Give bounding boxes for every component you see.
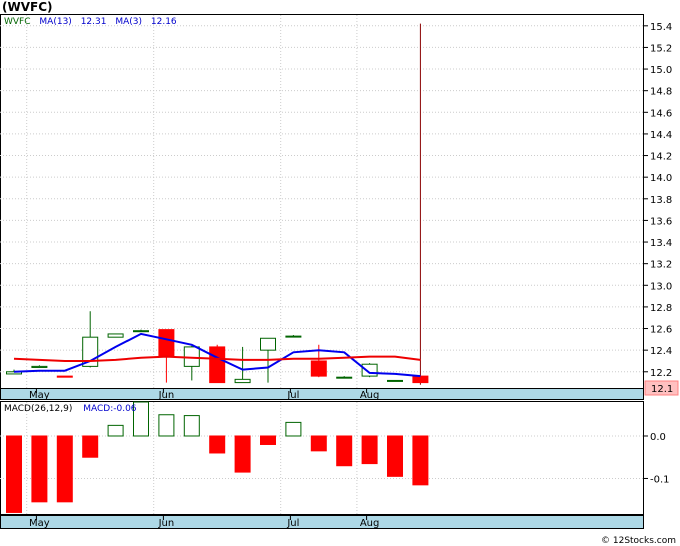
price-tick-label: 14.6	[650, 108, 672, 119]
candle-body	[336, 376, 353, 379]
price-tick-label: 13.2	[650, 260, 672, 271]
macd-bar	[56, 435, 73, 503]
candle-body	[285, 335, 302, 338]
price-tick-label: 14.4	[650, 130, 672, 141]
legend-ma13-value: 12.31	[81, 17, 107, 27]
macd-bar	[234, 435, 251, 473]
candle-body	[387, 379, 403, 382]
price-tick-label: 14.8	[650, 87, 672, 98]
macd-bar	[209, 435, 226, 454]
macd-bar	[31, 435, 48, 503]
legend-symbol: WVFC	[4, 17, 31, 27]
candle-body	[412, 375, 429, 384]
price-tick-label: 12.8	[650, 303, 672, 314]
price-tick-label: 15.4	[650, 22, 672, 33]
chart-title: (WVFC)	[2, 0, 53, 14]
price-tick-label: 14.2	[650, 152, 672, 163]
price-month-label: Jun	[158, 390, 175, 401]
macd-legend-label: MACD(26,12,9)	[4, 404, 72, 414]
legend-ma3-label: MA(3)	[115, 17, 142, 27]
price-y-axis: 15.4 15.2 15.0 14.8 14.6 14.4 14.2 14.0 13.8 13.6…	[643, 22, 672, 379]
macd-bar	[260, 435, 276, 445]
macd-month-label: Jul	[286, 518, 299, 529]
macd-tick-label: -0.1	[650, 474, 670, 485]
candle-body	[107, 333, 124, 338]
macd-bar	[361, 435, 378, 465]
macd-bar	[158, 414, 175, 437]
macd-legend-value: MACD:-0.06	[83, 404, 137, 414]
candle-body	[31, 365, 48, 368]
macd-bar	[6, 435, 22, 513]
macd-bar	[336, 435, 353, 467]
macd-bar	[82, 435, 99, 458]
candle-body	[361, 363, 378, 377]
watermark: © 12Stocks.com	[601, 536, 676, 546]
price-tick-label: 12.2	[650, 368, 672, 379]
macd-x-axis-band	[0, 515, 644, 529]
candle-body	[133, 330, 149, 333]
price-panel-frame	[0, 14, 644, 389]
macd-bar	[183, 415, 200, 437]
price-tick-label: 12.6	[650, 325, 672, 336]
price-x-axis-band	[0, 388, 644, 400]
price-tick-label: 14.0	[650, 173, 672, 184]
price-legend: WVFC MA(13) 12.31 MA(3) 12.16	[4, 17, 177, 27]
macd-bar	[412, 435, 429, 486]
macd-month-label: Jun	[158, 518, 175, 529]
price-month-label: Jul	[286, 390, 299, 401]
macd-y-axis: 0.0 -0.1	[643, 432, 670, 485]
macd-bar	[107, 424, 124, 437]
legend-ma13-label: MA(13)	[39, 17, 71, 27]
macd-legend: MACD(26,12,9) MACD:-0.06	[4, 404, 137, 414]
candle-body	[158, 329, 175, 357]
price-tick-label: 15.0	[650, 65, 672, 76]
price-tick-label: 13.0	[650, 281, 672, 292]
legend-ma3-value: 12.16	[151, 17, 177, 27]
candle-body	[260, 337, 276, 351]
macd-bar	[387, 435, 403, 477]
price-tick-label: 15.2	[650, 43, 672, 54]
macd-panel-frame	[0, 401, 644, 515]
candle-body	[234, 378, 251, 384]
price-tick-label: 13.8	[650, 195, 672, 206]
macd-month-label: May	[29, 518, 50, 529]
candle-body	[209, 346, 226, 384]
price-tick-label: 13.4	[650, 238, 672, 249]
macd-bar	[310, 435, 327, 452]
candle-body	[310, 360, 327, 377]
macd-tick-label: 0.0	[650, 432, 666, 443]
candle-body	[56, 375, 73, 378]
macd-month-label: Aug	[360, 518, 380, 529]
macd-bar	[285, 421, 302, 437]
price-tick-label: 13.6	[650, 216, 672, 227]
stock-chart: 15.4 15.2 15.0 14.8 14.6 14.4 14.2 14.0 13.8 13.6…	[0, 0, 679, 546]
price-month-label: Aug	[360, 390, 380, 401]
last-price-label: 12.1	[651, 384, 673, 395]
price-month-label: May	[29, 390, 50, 401]
price-tick-label: 12.4	[650, 346, 672, 357]
